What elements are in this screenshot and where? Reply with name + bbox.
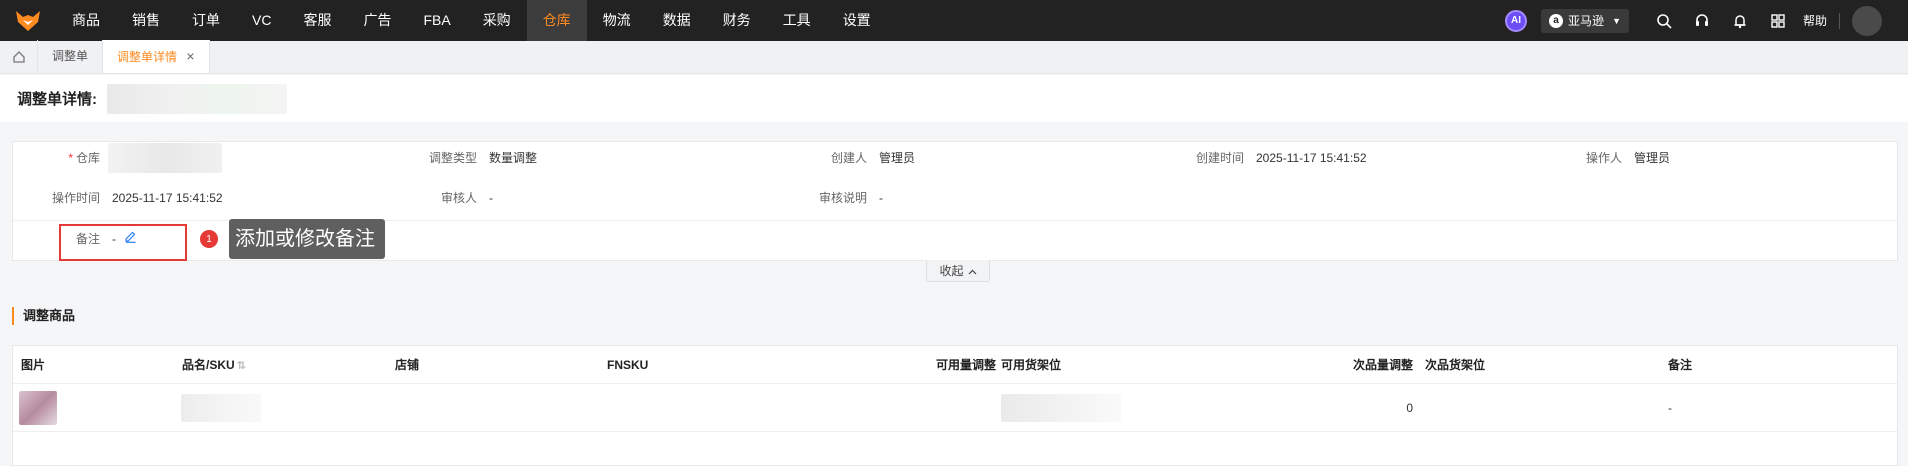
- items-table: 图片 品名/SKU ⇅ 店铺 FNSKU 可用量调整 可用货架位 次品量调整 次品…: [12, 345, 1898, 466]
- tab-bar: 调整单 调整单详情 ×: [0, 40, 1908, 74]
- amazon-icon: a: [1549, 13, 1564, 28]
- menu-item-orders[interactable]: 订单: [176, 0, 236, 41]
- op-time-value: 2025-11-17 15:41:52: [112, 191, 223, 205]
- menu-item-products[interactable]: 商品: [56, 0, 116, 41]
- section-title: 调整商品: [12, 307, 75, 325]
- reviewer-value: -: [489, 191, 493, 205]
- site-label: 亚马逊: [1568, 14, 1605, 28]
- menu-item-ads[interactable]: 广告: [347, 0, 407, 41]
- page-title: 调整单详情:: [17, 91, 97, 108]
- menu-item-fba[interactable]: FBA: [407, 0, 466, 41]
- menu-item-service[interactable]: 客服: [287, 0, 347, 41]
- main-menu: 商品 销售 订单 VC 客服 广告 FBA 采购 仓库 物流 数据 财务 工具 …: [56, 0, 887, 41]
- field-reviewer: 审核人 -: [413, 189, 493, 207]
- reviewer-label: 审核人: [440, 191, 477, 205]
- op-time-label: 操作时间: [51, 191, 100, 205]
- col-remark: 备注: [1668, 358, 1693, 372]
- headset-icon[interactable]: [1683, 0, 1721, 41]
- col-avail-shelf: 可用货架位: [1001, 358, 1062, 372]
- tab-adjust-order-detail[interactable]: 调整单详情 ×: [102, 40, 210, 73]
- tab-label: 调整单详情: [117, 50, 178, 64]
- sort-icon[interactable]: ⇅: [237, 360, 246, 372]
- avatar[interactable]: [1852, 5, 1882, 36]
- menu-item-settings[interactable]: 设置: [827, 0, 887, 41]
- chevron-up-icon: [968, 264, 977, 278]
- menu-item-finance[interactable]: 财务: [707, 0, 767, 41]
- required-mark: *: [68, 151, 73, 165]
- table-header: 图片 品名/SKU ⇅ 店铺 FNSKU 可用量调整 可用货架位 次品量调整 次品…: [13, 346, 1897, 384]
- menu-item-warehouse[interactable]: 仓库: [526, 0, 587, 41]
- creator-value: 管理员: [879, 151, 916, 165]
- adjust-type-label: 调整类型: [428, 151, 477, 165]
- defect-qty: 0: [1406, 401, 1413, 415]
- tab-adjust-order[interactable]: 调整单: [38, 40, 102, 73]
- menu-item-sales[interactable]: 销售: [116, 0, 176, 41]
- field-op-time: 操作时间 2025-11-17 15:41:52: [13, 189, 223, 207]
- page-header: 调整单详情:: [0, 75, 1908, 122]
- fox-logo-icon[interactable]: [0, 0, 56, 41]
- site-selector[interactable]: a 亚马逊 ▼: [1541, 8, 1629, 33]
- review-note-label: 审核说明: [818, 191, 867, 205]
- close-icon[interactable]: ×: [186, 48, 194, 64]
- search-icon[interactable]: [1645, 0, 1683, 41]
- field-operator: 操作人 管理员: [1558, 149, 1670, 167]
- home-icon[interactable]: [0, 40, 38, 73]
- field-adjust-type: 调整类型 数量调整: [413, 149, 537, 167]
- top-nav: 商品 销售 订单 VC 客服 广告 FBA 采购 仓库 物流 数据 财务 工具 …: [0, 0, 1908, 41]
- adjust-type-value: 数量调整: [489, 151, 538, 165]
- col-image: 图片: [21, 358, 46, 372]
- collapse-label: 收起: [939, 264, 964, 278]
- help-link[interactable]: 帮助: [1803, 12, 1827, 29]
- menu-item-data[interactable]: 数据: [647, 0, 707, 41]
- col-avail-adjust: 可用量调整: [935, 358, 996, 372]
- product-thumbnail[interactable]: [19, 384, 57, 432]
- apps-grid-icon[interactable]: [1759, 0, 1797, 41]
- col-fnsku: FNSKU: [607, 358, 649, 372]
- create-time-label: 创建时间: [1195, 151, 1244, 165]
- warehouse-value-redacted: [108, 143, 222, 173]
- operator-label: 操作人: [1585, 151, 1622, 165]
- menu-item-vc[interactable]: VC: [236, 0, 287, 41]
- annotation-callout: 添加或修改备注: [229, 219, 385, 259]
- review-note-value: -: [879, 191, 883, 205]
- menu-item-tools[interactable]: 工具: [767, 0, 827, 41]
- nav-divider: [1839, 12, 1840, 29]
- order-number-redacted: [107, 83, 287, 114]
- ai-assistant-icon[interactable]: AI: [1505, 9, 1528, 32]
- field-warehouse: * 仓库: [13, 143, 222, 173]
- creator-label: 创建人: [830, 151, 867, 165]
- field-review-note: 审核说明 -: [803, 189, 883, 207]
- caret-down-icon: ▼: [1612, 15, 1621, 26]
- menu-item-logistics[interactable]: 物流: [587, 0, 647, 41]
- tab-label: 调整单: [52, 49, 89, 63]
- remark-highlight-box: [59, 224, 187, 261]
- warehouse-label: 仓库: [75, 151, 100, 165]
- col-shop: 店铺: [395, 358, 420, 372]
- menu-item-purchase[interactable]: 采购: [467, 0, 527, 41]
- product-name-redacted: [181, 384, 261, 432]
- avail-shelf-redacted: [1001, 384, 1121, 432]
- operator-value: 管理员: [1634, 151, 1671, 165]
- row-remark: -: [1668, 401, 1672, 415]
- table-row[interactable]: 0 -: [13, 384, 1897, 432]
- col-defect-adjust: 次品量调整: [1352, 358, 1413, 372]
- annotation-step-badge: 1: [200, 230, 218, 248]
- field-create-time: 创建时间 2025-11-17 15:41:52: [1180, 149, 1367, 167]
- col-defect-shelf: 次品货架位: [1425, 358, 1486, 372]
- bell-icon[interactable]: [1721, 0, 1759, 41]
- col-name-sku[interactable]: 品名/SKU ⇅: [182, 346, 246, 384]
- col-name-sku-label: 品名/SKU: [182, 358, 235, 372]
- nav-right: AI a 亚马逊 ▼ 帮助: [1505, 0, 1908, 41]
- field-creator: 创建人 管理员: [803, 149, 915, 167]
- collapse-button[interactable]: 收起: [926, 260, 990, 282]
- create-time-value: 2025-11-17 15:41:52: [1256, 151, 1367, 165]
